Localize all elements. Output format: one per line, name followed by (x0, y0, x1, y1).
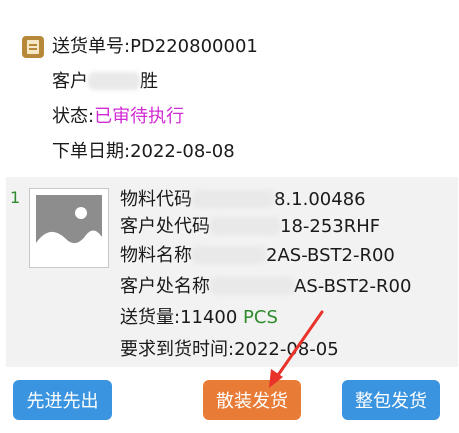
customer-name: 客户处名称 AS-BST2-R00 (120, 275, 411, 299)
bulk-ship-button[interactable]: 散装发货 (203, 380, 301, 420)
order-date: 下单日期:2022-08-08 (52, 141, 235, 162)
customer-code: 客户处代码 18-253RHF (120, 215, 380, 239)
customer-code-value: 18-253RHF (280, 216, 381, 237)
customer-code-label: 客户处代码 (120, 216, 210, 237)
item-thumbnail[interactable] (29, 188, 109, 268)
delivery-quantity: 送货量:11400 PCS (120, 306, 278, 330)
status-label: 状态: (52, 106, 95, 127)
due-date: 要求到货时间:2022-08-05 (120, 339, 339, 360)
redacted-customer-code (210, 217, 280, 235)
quantity-unit: PCS (243, 307, 278, 328)
delivery-number: 送货单号:PD220800001 (52, 36, 258, 57)
redacted-customer-name (88, 72, 140, 90)
quantity-value: 送货量:11400 (120, 307, 244, 328)
status-line: 状态:已审待执行 (52, 105, 184, 129)
redacted-material-code (192, 190, 274, 208)
redacted-material-name (192, 246, 266, 264)
customer-name-label: 客户处名称 (120, 276, 210, 297)
material-code: 物料代码 8.1.00486 (120, 188, 366, 212)
customer-label: 客户 (52, 71, 88, 92)
material-name: 物料名称 2AS-BST2-R00 (120, 244, 395, 268)
customer-name-value: AS-BST2-R00 (294, 276, 412, 297)
customer-line: 客户 胜 (52, 70, 158, 94)
whole-package-ship-button[interactable]: 整包发货 (342, 380, 440, 420)
document-icon (22, 36, 44, 58)
fifo-button[interactable]: 先进先出 (13, 380, 112, 420)
material-code-value: 8.1.00486 (274, 189, 366, 210)
material-name-value: 2AS-BST2-R00 (266, 245, 395, 266)
image-placeholder-icon (36, 195, 102, 261)
status-value: 已审待执行 (94, 106, 185, 127)
item-index: 1 (10, 188, 21, 207)
material-name-label: 物料名称 (120, 245, 192, 266)
redacted-customer-item-name (210, 277, 294, 295)
customer-name-visible: 胜 (140, 71, 158, 92)
material-code-label: 物料代码 (120, 189, 192, 210)
